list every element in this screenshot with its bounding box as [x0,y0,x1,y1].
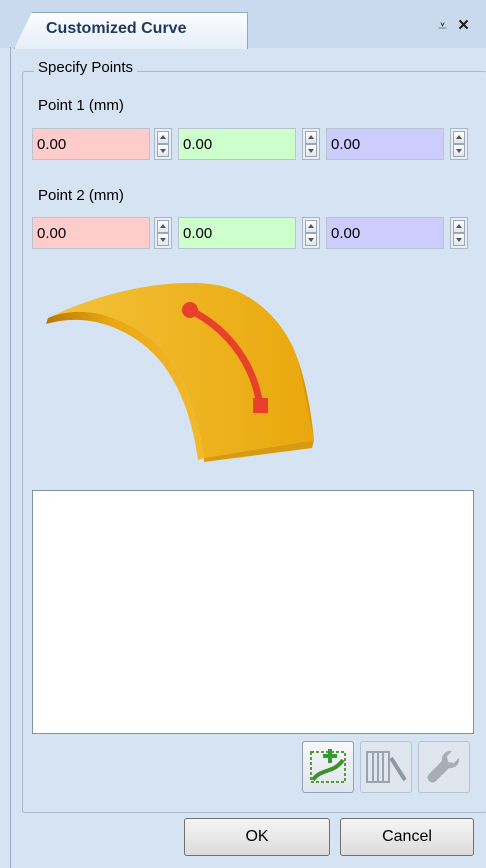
point-2-y-field[interactable] [178,217,296,249]
point-2-y-input[interactable] [179,218,295,248]
surface-top [48,283,314,458]
point-1-z-input[interactable] [327,129,443,159]
point-1-x-input[interactable] [33,129,149,159]
point-1-z-spinner[interactable] [450,128,468,160]
panel-title: Customized Curve [46,20,187,37]
spin-up-icon[interactable] [453,131,465,144]
spin-down-icon[interactable] [305,233,317,246]
point-2-x-input[interactable] [33,218,149,248]
spin-down-icon[interactable] [157,233,169,246]
ok-button[interactable]: OK [184,818,330,856]
cancel-button[interactable]: Cancel [340,818,474,856]
point-1-x-spinner[interactable] [154,128,172,160]
spin-down-icon[interactable] [157,144,169,157]
point-2-z-input[interactable] [327,218,443,248]
edit-columns-icon [366,751,407,783]
curve-preview-image [46,283,314,462]
point-2-z-field[interactable] [326,217,444,249]
settings-button[interactable] [418,741,470,793]
spin-up-icon[interactable] [157,220,169,233]
curve-end-point [253,398,268,413]
point-2-x-field[interactable] [32,217,150,249]
spin-up-icon[interactable] [305,220,317,233]
spin-down-icon[interactable] [305,144,317,157]
point-1-y-spinner[interactable] [302,128,320,160]
point-2-label: Point 2 (mm) [38,187,124,204]
pin-icon[interactable]: ⩡ [438,18,447,36]
spin-down-icon[interactable] [453,233,465,246]
point-1-x-field[interactable] [32,128,150,160]
point-1-y-field[interactable] [178,128,296,160]
group-label: Specify Points [34,59,138,76]
close-icon[interactable]: × [458,15,469,37]
spin-down-icon[interactable] [453,144,465,157]
point-2-y-spinner[interactable] [302,217,320,249]
point-1-z-field[interactable] [326,128,444,160]
spin-up-icon[interactable] [157,131,169,144]
point-1-y-input[interactable] [179,129,295,159]
point-1-label: Point 1 (mm) [38,97,124,114]
point-2-x-spinner[interactable] [154,217,172,249]
add-curve-button[interactable] [302,741,354,793]
spin-up-icon[interactable] [453,220,465,233]
wrench-icon [427,750,460,783]
spin-up-icon[interactable] [305,131,317,144]
curve-list[interactable] [32,490,474,734]
edit-columns-button[interactable] [360,741,412,793]
curve-start-point [182,302,198,318]
point-2-z-spinner[interactable] [450,217,468,249]
add-curve-icon [310,749,346,783]
